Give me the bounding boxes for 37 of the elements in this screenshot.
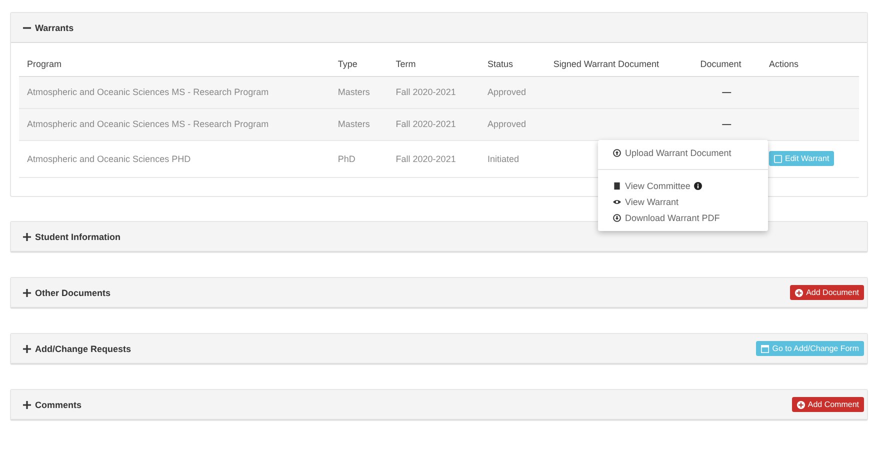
- table-cell: Fall 2020-2021: [388, 108, 480, 140]
- menu-item[interactable]: Upload Warrant Document: [598, 145, 768, 161]
- form-icon: [761, 344, 770, 352]
- menu-item[interactable]: Download Warrant PDF: [598, 210, 768, 226]
- document-dropdown-toggle[interactable]: —: [722, 87, 732, 97]
- section-toggle[interactable]: Student Information: [23, 232, 120, 242]
- table-cell: Atmospheric and Oceanic Sciences MS - Research Program: [19, 108, 330, 140]
- plus-icon: [23, 232, 31, 240]
- plus-icon: [23, 288, 31, 296]
- plus-circle-icon: [796, 400, 805, 408]
- plus-icon: [23, 344, 31, 352]
- edit-icon: [774, 154, 782, 162]
- plus-icon: [23, 400, 31, 408]
- table-cell: Approved: [480, 108, 546, 140]
- table-cell: Fall 2020-2021: [388, 140, 480, 178]
- section-toggle[interactable]: Other Documents: [23, 288, 111, 298]
- section-toggle[interactable]: Comments: [23, 400, 82, 410]
- table-cell: Atmospheric and Oceanic Sciences MS - Research Program: [19, 76, 330, 108]
- section-action-button[interactable]: Add Document: [790, 285, 864, 300]
- table-cell: Masters: [330, 108, 388, 140]
- eye-icon: [613, 198, 621, 206]
- menu-item[interactable]: View Committee: [598, 178, 768, 194]
- table-cell: Atmospheric and Oceanic Sciences PHD: [19, 140, 330, 178]
- section-toggle[interactable]: Add/Change Requests: [23, 344, 132, 354]
- upload-icon: [613, 149, 621, 157]
- document-dropdown-toggle[interactable]: —: [722, 119, 732, 129]
- table-cell: Approved: [480, 76, 546, 108]
- menu-item[interactable]: View Warrant: [598, 194, 768, 210]
- table-cell: Initiated: [480, 140, 546, 178]
- table-cell: Fall 2020-2021: [388, 76, 480, 108]
- section-action-button[interactable]: Add Comment: [792, 397, 864, 412]
- table-cell: Masters: [330, 76, 388, 108]
- table-cell: PhD: [330, 140, 388, 178]
- book-icon: [613, 182, 621, 190]
- plus-circle-icon: [795, 288, 804, 296]
- section-toggle[interactable]: Warrants: [23, 22, 74, 32]
- download-icon: [613, 214, 621, 222]
